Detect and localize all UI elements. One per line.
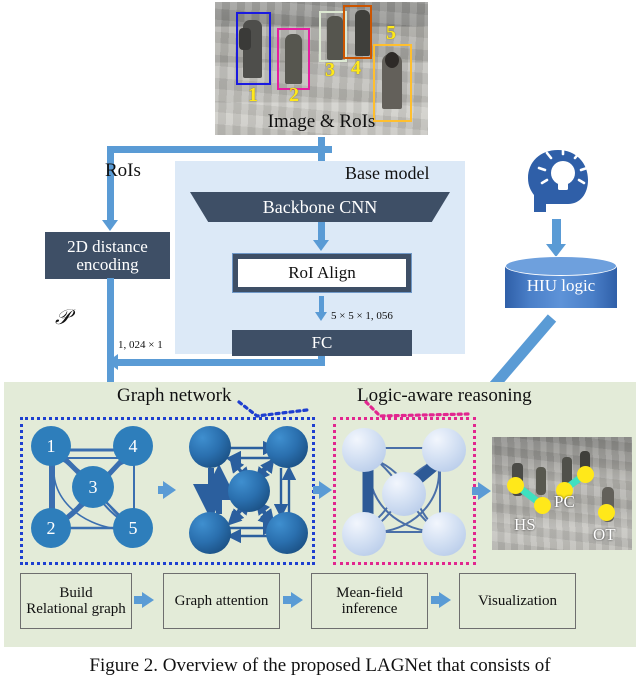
visualization-image: HS PC OT	[492, 437, 632, 550]
fc-block: FC	[232, 330, 412, 356]
relation-label-hs: HS	[514, 515, 536, 534]
cylinder-top	[505, 256, 617, 276]
feature-dimension-label: 1, 024 × 1	[118, 339, 163, 351]
arrow-right-icon	[439, 592, 451, 608]
roi-align-inner: RoI Align	[238, 259, 406, 287]
bus-line-horizontal	[107, 146, 332, 153]
arrow-shaft-step2-step3	[283, 596, 292, 604]
head-lightbulb-icon	[516, 146, 594, 218]
graph-node-label: 5	[128, 517, 138, 538]
attention-node	[266, 426, 308, 468]
logic-node	[382, 472, 426, 516]
arrow-right-icon	[478, 482, 491, 500]
figure-caption: Figure 2. Overview of the proposed LAGNe…	[89, 655, 551, 676]
graph-node-label: 3	[88, 476, 98, 497]
graph-node-4: 4	[113, 426, 153, 466]
graph-node-3: 3	[72, 466, 114, 508]
fc-label: FC	[311, 333, 333, 353]
pipeline-step-graph-attention[interactable]: Graph attention	[163, 573, 280, 629]
roi-box-1	[236, 12, 271, 85]
graph-node-label: 2	[46, 517, 56, 538]
logic-node	[342, 512, 386, 556]
pipeline-step-line1: Visualization	[477, 592, 558, 609]
relation-label-pc: PC	[554, 492, 575, 511]
distance-encoding-label-line2: encoding	[76, 254, 139, 274]
arrow-shaft-backbone-to-roialign	[318, 222, 325, 242]
graph-node-5: 5	[113, 508, 153, 548]
arrow-shaft-to-distance-encoding	[107, 146, 114, 222]
arrow-down-icon	[102, 220, 118, 231]
graph-network-title: Graph network	[117, 385, 232, 406]
pipeline-step-line2: Relational graph	[26, 601, 126, 617]
attention-node	[189, 426, 231, 468]
roi-number-3: 3	[325, 59, 335, 81]
pipeline-step-mean-field-inference[interactable]: Mean-field inference	[311, 573, 428, 629]
arrow-shaft-graph1-to-graph2	[158, 486, 165, 494]
graph-node-label: 4	[128, 435, 138, 456]
relation-label-ot: OT	[593, 525, 616, 544]
logic-node	[342, 428, 386, 472]
arrow-shaft-step1-step2	[134, 596, 143, 604]
attention-node	[228, 470, 270, 512]
input-image-with-rois: 1 2 3 4 5 Image & RoIs	[215, 2, 428, 135]
pipeline-step-visualization[interactable]: Visualization	[459, 573, 576, 629]
base-model-title: Base model	[345, 163, 430, 183]
graph-node-2: 2	[31, 508, 71, 548]
keypoint-dot	[598, 504, 615, 521]
hiu-logic-cylinder: HIU logic	[505, 256, 617, 316]
keypoint-dot	[507, 477, 524, 494]
roi-number-5: 5	[386, 22, 396, 44]
roi-box-2	[277, 28, 310, 90]
p-symbol-label: 𝒫	[55, 305, 71, 329]
arrow-right-icon	[319, 481, 332, 499]
roi-number-1: 1	[248, 84, 258, 106]
arrow-right-icon	[291, 592, 303, 608]
rois-label: RoIs	[105, 160, 141, 181]
pipeline-step-line1: Graph attention	[174, 592, 269, 609]
pipeline-step-line2: inference	[341, 601, 398, 617]
input-image-caption: Image & RoIs	[267, 111, 376, 132]
keypoint-dot	[577, 466, 594, 483]
roi-number-4: 4	[351, 57, 361, 79]
graph-node-1: 1	[31, 426, 71, 466]
attention-node	[189, 512, 231, 554]
pipeline-step-build-relational-graph[interactable]: Build Relational graph	[20, 573, 132, 629]
graph-node-label: 1	[46, 435, 56, 456]
attention-node	[266, 512, 308, 554]
backbone-cnn-label: Backbone CNN	[262, 196, 378, 217]
roi-box-4	[343, 5, 372, 59]
distance-encoding-block: 2D distance encoding	[45, 232, 170, 279]
keypoint-dot	[534, 497, 551, 514]
pipeline-step-line1: Mean-field	[336, 584, 403, 601]
tensor-shape-label: 5 × 5 × 1, 056	[331, 310, 393, 322]
arrow-right-icon	[142, 592, 154, 608]
roi-align-block: RoI Align	[232, 253, 412, 293]
roi-number-2: 2	[289, 84, 299, 106]
hiu-logic-label: HIU logic	[526, 276, 596, 295]
arrow-shaft-brain-to-hiu	[552, 219, 561, 246]
arrow-shaft-fc-left	[118, 359, 323, 366]
distance-encoding-label-line1: 2D distance	[67, 236, 148, 256]
roi-align-label: RoI Align	[288, 263, 356, 282]
arrow-down-icon	[313, 240, 329, 251]
pipeline-step-line1: Build	[59, 584, 93, 601]
logic-node	[422, 512, 466, 556]
backbone-cnn-block: Backbone CNN	[190, 192, 450, 222]
arrow-shaft-step3-step4	[431, 596, 440, 604]
logic-node	[422, 428, 466, 472]
arrow-down-icon	[315, 312, 327, 321]
